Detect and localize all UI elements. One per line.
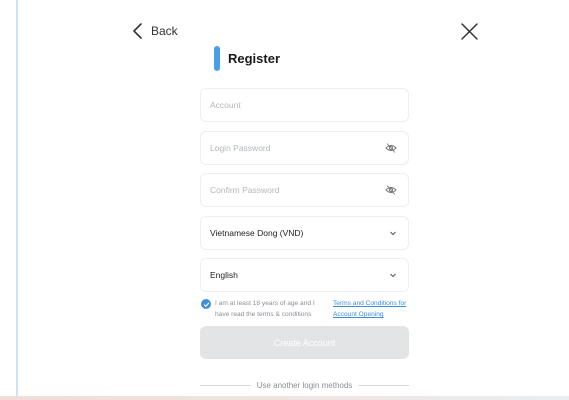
terms-link[interactable]: Terms and Conditions for Account Opening	[333, 298, 409, 320]
title-accent-bar	[214, 46, 220, 71]
check-icon	[203, 301, 209, 307]
back-button[interactable]: Back	[131, 22, 178, 40]
eye-off-icon[interactable]	[385, 142, 397, 154]
chevron-down-icon	[390, 273, 396, 278]
confirm-password-input[interactable]	[210, 185, 385, 195]
divider-line	[358, 385, 409, 386]
back-label: Back	[151, 24, 178, 38]
language-select[interactable]: English	[200, 258, 409, 292]
language-value: English	[210, 270, 238, 280]
currency-select[interactable]: Vietnamese Dong (VND)	[200, 216, 409, 250]
page-title-group: Register	[214, 46, 280, 71]
account-field[interactable]	[200, 88, 409, 122]
divider-line	[200, 385, 251, 386]
alt-login-label: Use another login methods	[256, 381, 353, 390]
chevron-down-icon	[390, 231, 396, 236]
agreement-row: I am at least 18 years of age and I have…	[201, 298, 411, 320]
password-field[interactable]	[200, 131, 409, 165]
password-input[interactable]	[210, 143, 385, 153]
agree-text: I am at least 18 years of age and I have…	[215, 300, 315, 318]
page-title: Register	[228, 51, 281, 66]
close-icon[interactable]	[460, 22, 479, 41]
bottom-border	[0, 396, 569, 400]
agree-checkbox[interactable]	[201, 299, 211, 309]
account-input[interactable]	[210, 100, 399, 110]
chevron-left-icon	[133, 23, 142, 39]
confirm-password-field[interactable]	[200, 173, 409, 207]
alt-login-divider: Use another login methods	[200, 381, 409, 390]
eye-off-icon[interactable]	[385, 184, 397, 196]
currency-value: Vietnamese Dong (VND)	[210, 228, 304, 238]
left-border	[16, 0, 18, 396]
create-account-button[interactable]: Create Account	[200, 326, 409, 359]
